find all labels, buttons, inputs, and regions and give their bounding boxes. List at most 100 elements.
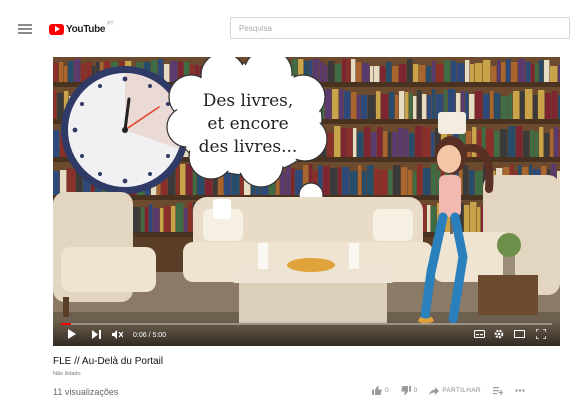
play-icon[interactable]	[67, 328, 77, 340]
view-count: 11 visualizações	[53, 387, 119, 397]
book-spine	[342, 59, 347, 82]
mute-icon[interactable]	[111, 328, 123, 340]
book-spine	[186, 164, 193, 195]
book-spine	[356, 62, 362, 82]
like-button[interactable]: 0	[372, 386, 389, 395]
book-spine	[475, 171, 483, 195]
book-spine	[377, 127, 383, 157]
book-spine	[164, 206, 171, 232]
book-spine	[171, 206, 176, 232]
like-count: 0	[385, 387, 389, 394]
book-spine	[422, 94, 427, 119]
book-spine	[57, 93, 64, 119]
book-spine	[554, 127, 559, 157]
book-spine	[339, 89, 344, 119]
book-spine	[395, 95, 399, 119]
book-spine	[409, 133, 415, 157]
book-spine	[483, 60, 491, 82]
book-spine	[552, 91, 558, 119]
book-spine	[362, 171, 367, 195]
more-actions-button[interactable]	[515, 389, 525, 392]
fullscreen-icon[interactable]	[535, 328, 547, 340]
video-actions: 0 0 PARTILHAR	[372, 386, 537, 395]
search-input[interactable]	[231, 18, 569, 39]
search-box[interactable]	[230, 17, 570, 39]
book-spine	[371, 132, 377, 157]
book-spine	[550, 129, 554, 157]
settings-gear-icon[interactable]	[493, 328, 505, 340]
book-spine	[531, 64, 535, 82]
book-spine	[53, 90, 57, 119]
book-spine	[357, 132, 364, 157]
book-spine	[176, 203, 184, 232]
book-spine	[501, 62, 506, 82]
book-spine	[535, 63, 539, 82]
book-spine	[53, 130, 60, 157]
book-spine	[559, 130, 560, 157]
book-spine	[399, 91, 405, 119]
save-to-playlist-button[interactable]	[492, 386, 503, 395]
book-spine	[475, 91, 483, 119]
current-time: 0:06	[133, 332, 147, 339]
book-spine	[160, 208, 164, 232]
book-spine	[538, 90, 545, 119]
book-spine	[357, 95, 361, 119]
book-spine	[451, 61, 457, 82]
progress-bar-fill	[61, 323, 71, 325]
dislike-button[interactable]: 0	[400, 386, 417, 395]
subtitles-icon[interactable]	[473, 328, 485, 340]
book-spine	[74, 59, 81, 82]
book-spine	[483, 94, 490, 119]
book-spine	[67, 168, 71, 195]
book-spine	[335, 64, 342, 82]
book-spine	[370, 66, 374, 82]
book-spine	[523, 131, 530, 157]
next-icon[interactable]	[91, 328, 101, 340]
book-spine	[347, 128, 353, 157]
share-button[interactable]: PARTILHAR	[429, 386, 481, 395]
book-spine	[426, 66, 432, 82]
book-spine	[388, 170, 393, 195]
book-spine	[380, 66, 386, 82]
book-spine	[417, 164, 423, 195]
book-spine	[550, 66, 558, 82]
book-spine	[358, 165, 362, 195]
book-spine	[386, 62, 392, 82]
book-spine	[149, 204, 153, 232]
book-spine	[417, 90, 422, 119]
book-spine	[494, 131, 500, 157]
book-spine	[539, 127, 544, 157]
book-spine	[388, 132, 392, 157]
theater-mode-icon[interactable]	[513, 328, 525, 340]
book-spine	[180, 164, 186, 195]
book-spine	[398, 128, 405, 157]
book-spine	[423, 168, 431, 195]
book-spine	[374, 169, 381, 195]
progress-bar[interactable]	[61, 323, 552, 325]
book-spine	[511, 62, 518, 82]
book-spine	[469, 170, 475, 195]
book-spine	[361, 95, 368, 119]
masthead: YouTube PT	[0, 0, 574, 56]
book-spine	[60, 170, 67, 195]
book-spine	[475, 63, 483, 82]
book-spine	[376, 91, 381, 119]
youtube-logo[interactable]: YouTube PT	[49, 21, 114, 37]
book-spine	[286, 164, 291, 195]
book-spine	[330, 168, 338, 195]
book-spine	[53, 171, 60, 195]
youtube-play-logo-icon	[49, 23, 64, 35]
video-player[interactable]: Des livres, et encore des livres... 0:06…	[53, 57, 560, 346]
book-spine	[332, 89, 339, 119]
book-spine	[558, 65, 560, 82]
book-spine	[68, 61, 74, 82]
book-spine	[544, 133, 550, 157]
book-spine	[477, 207, 481, 232]
book-spine	[506, 59, 511, 82]
video-frame: Des livres, et encore des livres...	[53, 57, 560, 346]
hamburger-menu-icon[interactable]	[18, 24, 32, 34]
book-spine	[374, 66, 380, 82]
book-spine	[407, 59, 413, 82]
book-spine	[470, 64, 475, 82]
book-spine	[341, 128, 347, 157]
